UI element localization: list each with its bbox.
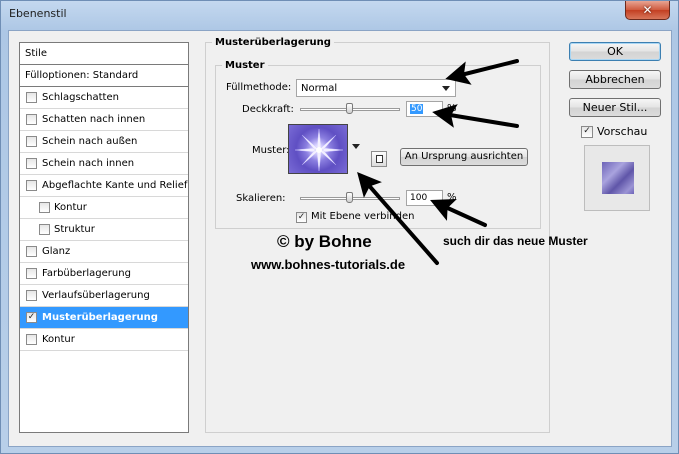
blend-mode-select[interactable]: Normal — [296, 79, 456, 97]
blend-mode-label: Füllmethode: — [226, 82, 292, 93]
link-with-layer-label: Mit Ebene verbinden — [311, 211, 415, 222]
title-bar[interactable]: Ebenenstil ✕ — [1, 1, 678, 29]
new-style-button[interactable]: Neuer Stil... — [569, 98, 661, 117]
blend-mode-value: Normal — [301, 83, 338, 94]
checkbox-icon[interactable] — [26, 92, 37, 103]
style-item-4[interactable]: Abgeflachte Kante und Relief — [20, 175, 188, 197]
scale-label: Skalieren: — [236, 193, 286, 204]
style-item-2[interactable]: Schein nach außen — [20, 131, 188, 153]
snap-to-origin-button[interactable]: An Ursprung ausrichten — [400, 148, 528, 166]
scale-input[interactable]: 100 — [406, 190, 443, 206]
style-item-1[interactable]: Schatten nach innen — [20, 109, 188, 131]
style-item-label: Abgeflachte Kante und Relief — [42, 180, 188, 191]
checkbox-icon: ✓ — [296, 212, 307, 223]
dialog-window: Ebenenstil ✕ Stile Fülloptionen: Standar… — [0, 0, 679, 454]
style-item-5[interactable]: Kontur — [20, 197, 188, 219]
close-button[interactable]: ✕ — [625, 1, 670, 20]
opacity-label: Deckkraft: — [242, 104, 294, 115]
checkbox-icon[interactable] — [26, 290, 37, 301]
window-title: Ebenenstil — [9, 7, 67, 20]
checkbox-icon[interactable] — [39, 224, 50, 235]
new-preset-button[interactable] — [371, 151, 387, 167]
checkbox-icon[interactable] — [26, 268, 37, 279]
style-item-10[interactable]: ✓ Musterüberlagerung — [20, 307, 188, 329]
pattern-group: Muster Füllmethode: Normal Deckkraft: 50… — [215, 60, 541, 229]
preview-label: Vorschau — [597, 125, 648, 138]
style-item-0[interactable]: Schlagschatten — [20, 87, 188, 109]
style-item-label: Struktur — [54, 224, 95, 235]
pattern-label: Muster: — [252, 145, 290, 156]
style-item-9[interactable]: Verlaufsüberlagerung — [20, 285, 188, 307]
style-preview — [584, 145, 650, 211]
style-item-7[interactable]: Glanz — [20, 241, 188, 263]
chevron-down-icon — [442, 86, 450, 91]
style-item-label: Schein nach innen — [42, 158, 135, 169]
pattern-group-title: Muster — [222, 60, 268, 71]
style-item-label: Schein nach außen — [42, 136, 138, 147]
checkbox-icon: ✓ — [581, 126, 593, 138]
pattern-picker-toggle[interactable] — [350, 124, 362, 174]
style-item-label: Schlagschatten — [42, 92, 119, 103]
style-item-label: Schatten nach innen — [42, 114, 146, 125]
close-icon: ✕ — [642, 3, 653, 17]
ok-button[interactable]: OK — [569, 42, 661, 61]
chevron-down-icon — [352, 144, 360, 149]
blend-options-item[interactable]: Fülloptionen: Standard — [20, 65, 188, 87]
new-preset-icon — [376, 155, 383, 163]
checkbox-icon[interactable] — [26, 136, 37, 147]
style-item-label: Glanz — [42, 246, 71, 257]
pattern-overlay-title: Musterüberlagerung — [212, 37, 334, 48]
preview-thumbnail — [602, 162, 634, 194]
style-item-8[interactable]: Farbüberlagerung — [20, 263, 188, 285]
scale-unit: % — [447, 192, 457, 203]
hint-annotation: such dir das neue Muster — [443, 234, 588, 248]
style-list: Stile Fülloptionen: Standard Schlagschat… — [19, 42, 189, 433]
checkbox-icon[interactable]: ✓ — [26, 312, 37, 323]
checkbox-icon[interactable] — [26, 246, 37, 257]
pattern-swatch[interactable] — [288, 124, 348, 174]
opacity-input[interactable]: 50 — [406, 101, 443, 117]
style-item-label: Farbüberlagerung — [42, 268, 131, 279]
style-item-label: Kontur — [42, 334, 75, 345]
checkbox-icon[interactable] — [39, 202, 50, 213]
style-item-label: Verlaufsüberlagerung — [42, 290, 150, 301]
pattern-star-icon — [294, 128, 344, 172]
url-watermark: www.bohnes-tutorials.de — [251, 257, 406, 272]
style-list-header[interactable]: Stile — [20, 43, 188, 65]
scale-value: 100 — [410, 193, 428, 203]
dialog-client: Stile Fülloptionen: Standard Schlagschat… — [8, 30, 672, 447]
copyright-watermark: © by Bohne — [277, 232, 372, 251]
style-item-6[interactable]: Struktur — [20, 219, 188, 241]
style-items: Schlagschatten Schatten nach innen Schein … — [20, 87, 188, 351]
checkbox-icon[interactable] — [26, 180, 37, 191]
cancel-button[interactable]: Abbrechen — [569, 70, 661, 89]
checkbox-icon[interactable] — [26, 334, 37, 345]
opacity-unit: % — [447, 103, 457, 114]
checkbox-icon[interactable] — [26, 158, 37, 169]
checkbox-icon[interactable] — [26, 114, 37, 125]
scale-slider-thumb[interactable] — [346, 192, 353, 203]
style-item-11[interactable]: Kontur — [20, 329, 188, 351]
opacity-slider-thumb[interactable] — [346, 103, 353, 114]
opacity-value: 50 — [410, 104, 424, 114]
style-item-label: Musterüberlagerung — [42, 312, 158, 323]
style-item-label: Kontur — [54, 202, 87, 213]
style-item-3[interactable]: Schein nach innen — [20, 153, 188, 175]
